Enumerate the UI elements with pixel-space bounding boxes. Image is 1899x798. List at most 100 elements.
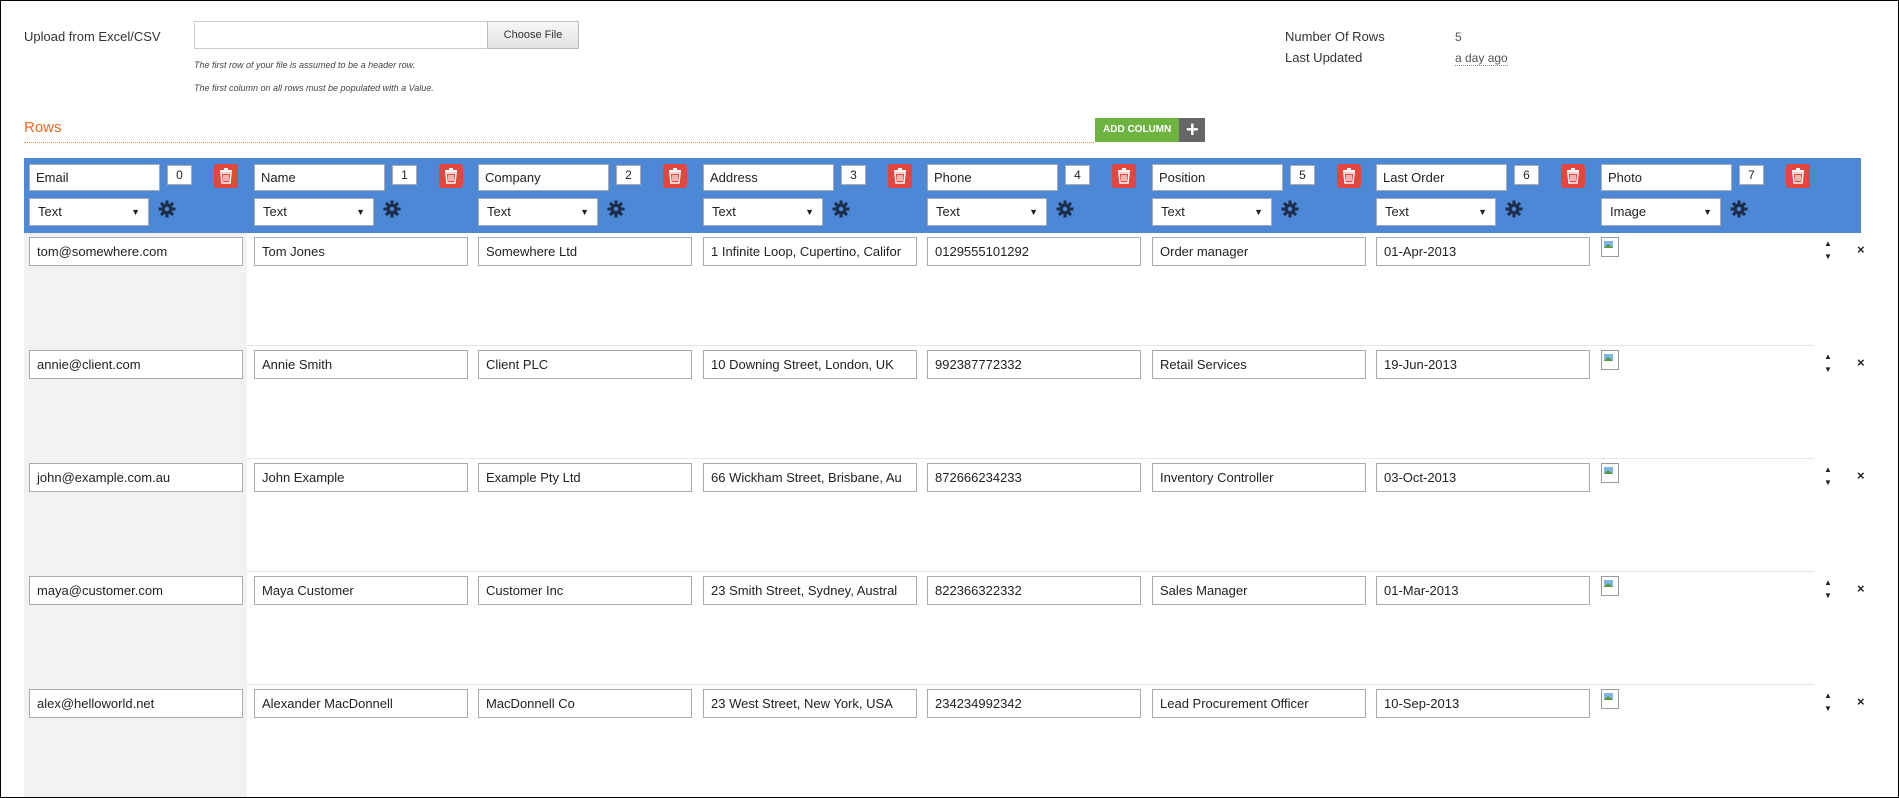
- cell-input[interactable]: Example Pty Ltd: [478, 463, 692, 492]
- cell-input[interactable]: 23 West Street, New York, USA: [703, 689, 917, 718]
- move-up-icon[interactable]: ▲: [1824, 691, 1832, 700]
- remove-row-icon[interactable]: ×: [1857, 468, 1865, 483]
- last-updated-value[interactable]: a day ago: [1455, 51, 1508, 66]
- cell-input[interactable]: Alexander MacDonnell: [254, 689, 468, 718]
- move-up-icon[interactable]: ▲: [1824, 465, 1832, 474]
- column-index-input[interactable]: 2: [616, 165, 641, 185]
- delete-column-button[interactable]: [1786, 164, 1810, 188]
- gear-icon[interactable]: [1505, 200, 1525, 220]
- delete-column-button[interactable]: [1561, 164, 1585, 188]
- delete-column-button[interactable]: [214, 164, 238, 188]
- cell-input[interactable]: 01-Apr-2013: [1376, 237, 1590, 266]
- move-up-icon[interactable]: ▲: [1824, 239, 1832, 248]
- column-index-input[interactable]: 0: [167, 165, 192, 185]
- column-index-input[interactable]: 3: [841, 165, 866, 185]
- column-type-select[interactable]: Image ▼: [1601, 198, 1721, 226]
- cell-input[interactable]: 66 Wickham Street, Brisbane, Au: [703, 463, 917, 492]
- cell-input[interactable]: Order manager: [1152, 237, 1366, 266]
- column-index-input[interactable]: 6: [1514, 165, 1539, 185]
- column-type-select[interactable]: Text ▼: [703, 198, 823, 226]
- upload-hint-first-column: The first column on all rows must be pop…: [194, 83, 434, 93]
- column-index-input[interactable]: 7: [1739, 165, 1764, 185]
- file-path-input[interactable]: [194, 21, 488, 49]
- cell-input[interactable]: john@example.com.au: [29, 463, 243, 492]
- add-column-button[interactable]: ADD COLUMN +: [1095, 118, 1206, 142]
- column-type-value: Image: [1610, 204, 1647, 219]
- cell-input[interactable]: John Example: [254, 463, 468, 492]
- cell-input[interactable]: Retail Services: [1152, 350, 1366, 379]
- column-name-input[interactable]: Photo: [1601, 164, 1732, 191]
- column-type-select[interactable]: Text ▼: [1376, 198, 1496, 226]
- gear-icon[interactable]: [832, 200, 852, 220]
- move-up-icon[interactable]: ▲: [1824, 352, 1832, 361]
- delete-column-button[interactable]: [439, 164, 463, 188]
- column-index-input[interactable]: 1: [392, 165, 417, 185]
- column-name-input[interactable]: Last Order: [1376, 164, 1507, 191]
- cell-input[interactable]: 1 Infinite Loop, Cupertino, Califor: [703, 237, 917, 266]
- cell-input[interactable]: Inventory Controller: [1152, 463, 1366, 492]
- column-name-input[interactable]: Name: [254, 164, 385, 191]
- column-name-input[interactable]: Email: [29, 164, 160, 191]
- cell-input[interactable]: 01-Mar-2013: [1376, 576, 1590, 605]
- column-type-select[interactable]: Text ▼: [254, 198, 374, 226]
- cell-input[interactable]: Maya Customer: [254, 576, 468, 605]
- chevron-down-icon: ▼: [805, 207, 814, 217]
- cell-input[interactable]: 23 Smith Street, Sydney, Austral: [703, 576, 917, 605]
- cell-input[interactable]: 234234992342: [927, 689, 1141, 718]
- cell-input[interactable]: 03-Oct-2013: [1376, 463, 1590, 492]
- move-down-icon[interactable]: ▼: [1824, 365, 1832, 374]
- cell-input[interactable]: annie@client.com: [29, 350, 243, 379]
- cell-input[interactable]: Somewhere Ltd: [478, 237, 692, 266]
- remove-row-icon[interactable]: ×: [1857, 242, 1865, 257]
- cell-input[interactable]: 19-Jun-2013: [1376, 350, 1590, 379]
- column-index-input[interactable]: 4: [1065, 165, 1090, 185]
- remove-row-icon[interactable]: ×: [1857, 581, 1865, 596]
- delete-column-button[interactable]: [888, 164, 912, 188]
- cell-input[interactable]: 872666234233: [927, 463, 1141, 492]
- gear-icon[interactable]: [383, 200, 403, 220]
- move-down-icon[interactable]: ▼: [1824, 704, 1832, 713]
- column-name-input[interactable]: Company: [478, 164, 609, 191]
- gear-icon[interactable]: [1281, 200, 1301, 220]
- delete-column-button[interactable]: [1112, 164, 1136, 188]
- cell-input[interactable]: Client PLC: [478, 350, 692, 379]
- remove-row-icon[interactable]: ×: [1857, 694, 1865, 709]
- cell-input[interactable]: Sales Manager: [1152, 576, 1366, 605]
- column-name-input[interactable]: Position: [1152, 164, 1283, 191]
- gear-icon[interactable]: [1730, 200, 1750, 220]
- cell-input[interactable]: 992387772332: [927, 350, 1141, 379]
- move-down-icon[interactable]: ▼: [1824, 591, 1832, 600]
- column-type-select[interactable]: Text ▼: [927, 198, 1047, 226]
- cell-input[interactable]: alex@helloworld.net: [29, 689, 243, 718]
- cell-input[interactable]: 10-Sep-2013: [1376, 689, 1590, 718]
- cell-input[interactable]: Customer Inc: [478, 576, 692, 605]
- column-name-input[interactable]: Phone: [927, 164, 1058, 191]
- column-name-input[interactable]: Address: [703, 164, 834, 191]
- delete-column-button[interactable]: [663, 164, 687, 188]
- column-type-select[interactable]: Text ▼: [1152, 198, 1272, 226]
- choose-file-button[interactable]: Choose File: [487, 21, 579, 49]
- column-type-select[interactable]: Text ▼: [29, 198, 149, 226]
- cell-input[interactable]: tom@somewhere.com: [29, 237, 243, 266]
- gear-icon[interactable]: [607, 200, 627, 220]
- remove-row-icon[interactable]: ×: [1857, 355, 1865, 370]
- gear-icon[interactable]: [158, 200, 178, 220]
- column-type-select[interactable]: Text ▼: [478, 198, 598, 226]
- move-down-icon[interactable]: ▼: [1824, 252, 1832, 261]
- cell-input[interactable]: MacDonnell Co: [478, 689, 692, 718]
- gear-icon[interactable]: [1056, 200, 1076, 220]
- column-index-input[interactable]: 5: [1290, 165, 1315, 185]
- cell-input[interactable]: Annie Smith: [254, 350, 468, 379]
- cell-input[interactable]: 822366322332: [927, 576, 1141, 605]
- cell-input[interactable]: maya@customer.com: [29, 576, 243, 605]
- move-down-icon[interactable]: ▼: [1824, 478, 1832, 487]
- move-up-icon[interactable]: ▲: [1824, 578, 1832, 587]
- cell-input[interactable]: 0129555101292: [927, 237, 1141, 266]
- cell-input[interactable]: Tom Jones: [254, 237, 468, 266]
- broken-image-icon: [1601, 237, 1619, 257]
- cell-input[interactable]: 10 Downing Street, London, UK: [703, 350, 917, 379]
- column-type-value: Text: [712, 204, 736, 219]
- cell-input[interactable]: Lead Procurement Officer: [1152, 689, 1366, 718]
- delete-column-button[interactable]: [1337, 164, 1361, 188]
- column-header: Address 3 Text ▼: [698, 158, 923, 233]
